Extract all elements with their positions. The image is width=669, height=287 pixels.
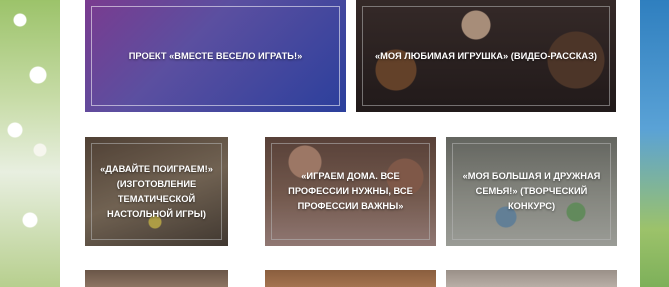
card-title: «МОЯ ЛЮБИМАЯ ИГРУШКА» (ВИДЕО-РАССКАЗ) <box>374 50 598 61</box>
card-title: «ДАВАЙТЕ ПОИГРАЕМ!» (ИЗГОТОВЛЕНИЕ ТЕМАТИ… <box>100 163 213 219</box>
right-background-decoration <box>640 0 669 287</box>
project-card-lyubimaya-igrushka[interactable]: «МОЯ ЛЮБИМАЯ ИГРУШКА» (ВИДЕО-РАССКАЗ) <box>356 0 616 112</box>
left-background-decoration <box>0 0 60 287</box>
project-card-igraem-doma[interactable]: «ИГРАЕМ ДОМА. ВСЕ ПРОФЕССИИ НУЖНЫ, ВСЕ П… <box>265 137 436 246</box>
card-title: «МОЯ БОЛЬШАЯ И ДРУЖНАЯ СЕМЬЯ!» (ТВОРЧЕСК… <box>462 171 601 211</box>
project-card-partial[interactable] <box>265 270 436 287</box>
project-card-vmeste-veselo-igrat[interactable]: ПРОЕКТ «ВМЕСТЕ ВЕСЕЛО ИГРАТЬ!» <box>85 0 346 112</box>
card-title: «ИГРАЕМ ДОМА. ВСЕ ПРОФЕССИИ НУЖНЫ, ВСЕ П… <box>288 171 413 211</box>
project-card-partial[interactable] <box>85 270 228 287</box>
project-grid: ПРОЕКТ «ВМЕСТЕ ВЕСЕЛО ИГРАТЬ!» «МОЯ ЛЮБИ… <box>60 0 640 287</box>
project-card-bolshaya-semya[interactable]: «МОЯ БОЛЬШАЯ И ДРУЖНАЯ СЕМЬЯ!» (ТВОРЧЕСК… <box>446 137 617 246</box>
project-card-partial[interactable] <box>446 270 617 287</box>
project-card-davaite-poigraem[interactable]: «ДАВАЙТЕ ПОИГРАЕМ!» (ИЗГОТОВЛЕНИЕ ТЕМАТИ… <box>85 137 228 246</box>
card-title: ПРОЕКТ «ВМЕСТЕ ВЕСЕЛО ИГРАТЬ!» <box>128 50 303 61</box>
